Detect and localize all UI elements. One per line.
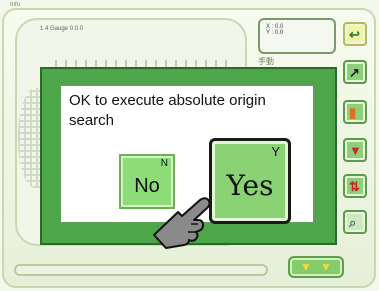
zoom-icon: ⌕	[349, 215, 357, 230]
up-down-arrows-icon: ⇅	[349, 179, 360, 194]
back-arrow-icon: ↩	[349, 27, 360, 42]
arrow-down-icon: ▼	[320, 260, 332, 274]
orange-tool-icon: ▮	[349, 105, 357, 120]
corner-label: Info	[10, 2, 21, 8]
bottom-scrollbar[interactable]	[14, 264, 268, 276]
dialog-message: OK to execute absolute origin search	[69, 92, 266, 129]
tool-button[interactable]: ▮	[343, 100, 367, 124]
pointing-hand-icon	[153, 197, 211, 249]
panel-header: 1 4 Gauge 0.0.0	[40, 26, 84, 32]
knife-icon: ↗	[349, 65, 360, 80]
down-arrows-button[interactable]: ▼ ▼	[288, 256, 344, 278]
mode-text: 手動	[258, 57, 274, 66]
knife-button[interactable]: ↗	[343, 60, 367, 84]
coordinate-box: X : 0.0 Y : 0.0	[258, 18, 336, 54]
red-marker-icon: ▼	[349, 143, 362, 158]
updown-button[interactable]: ⇅	[343, 174, 367, 198]
screen: Info 1 4 Gauge 0.0.0 X : 0.0 Y : 0.0 手動 …	[0, 0, 379, 291]
zoom-button[interactable]: ⌕	[343, 210, 367, 234]
marker-button[interactable]: ▼	[343, 138, 367, 162]
no-shortcut-key: N	[160, 158, 168, 169]
back-button[interactable]: ↩	[343, 22, 367, 46]
coordinate-y: Y : 0.0	[266, 30, 284, 36]
yes-shortcut-key: Y	[271, 144, 280, 159]
arrow-down-icon: ▼	[300, 260, 312, 274]
